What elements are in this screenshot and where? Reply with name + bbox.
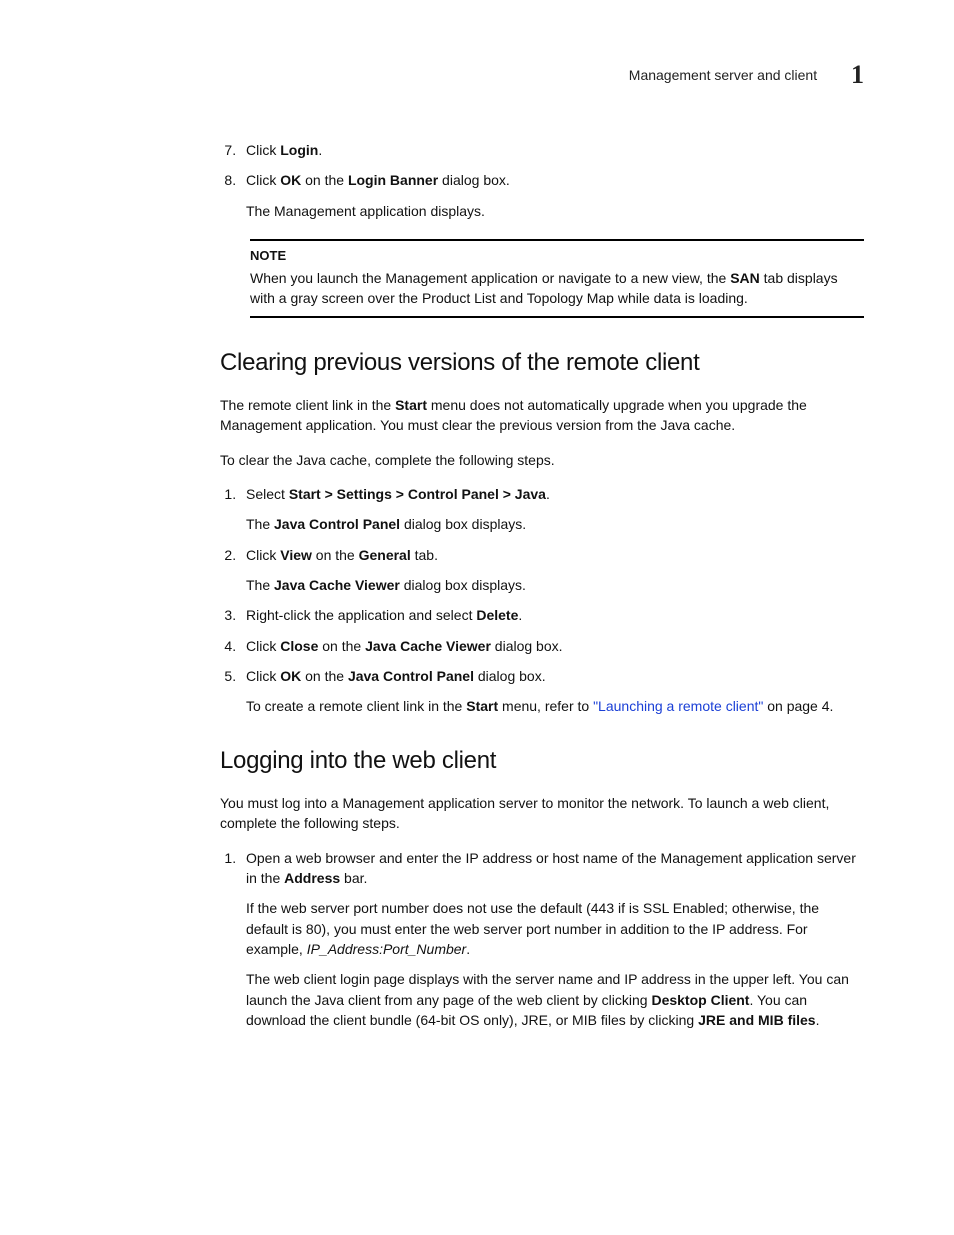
section1-intro: The remote client link in the Start menu… xyxy=(220,395,864,436)
s1-step-2-result: The Java Cache Viewer dialog box display… xyxy=(246,575,864,595)
section1-lead: To clear the Java cache, complete the fo… xyxy=(220,450,864,470)
section2-steps: Open a web browser and enter the IP addr… xyxy=(220,848,864,1030)
note-label: NOTE xyxy=(250,247,864,266)
s2-step-1-p2: If the web server port number does not u… xyxy=(246,898,864,959)
step-8: Click OK on the Login Banner dialog box.… xyxy=(240,170,864,221)
page: Management server and client 1 Click Log… xyxy=(0,0,954,1235)
s1-step-1-result: The Java Control Panel dialog box displa… xyxy=(246,514,864,534)
section1-steps: Select Start > Settings > Control Panel … xyxy=(220,484,864,716)
running-title: Management server and client xyxy=(629,67,817,83)
continued-steps: Click Login. Click OK on the Login Banne… xyxy=(220,140,864,221)
launching-remote-client-link[interactable]: "Launching a remote client" xyxy=(593,698,763,714)
step-7: Click Login. xyxy=(240,140,864,160)
s1-step-5-xref: To create a remote client link in the St… xyxy=(246,696,864,716)
s2-step-1-p3: The web client login page displays with … xyxy=(246,969,864,1030)
step-8-result: The Management application displays. xyxy=(246,201,864,221)
s1-step-4: Click Close on the Java Cache Viewer dia… xyxy=(240,636,864,656)
page-content: Click Login. Click OK on the Login Banne… xyxy=(220,140,864,1030)
s2-step-1: Open a web browser and enter the IP addr… xyxy=(240,848,864,1030)
s1-step-1: Select Start > Settings > Control Panel … xyxy=(240,484,864,535)
section2-intro: You must log into a Management applicati… xyxy=(220,793,864,834)
note-text: When you launch the Management applicati… xyxy=(250,268,864,309)
chapter-number: 1 xyxy=(851,60,864,89)
note-box: NOTE When you launch the Management appl… xyxy=(250,239,864,318)
section-heading-clearing: Clearing previous versions of the remote… xyxy=(220,346,864,381)
s1-step-2: Click View on the General tab. The Java … xyxy=(240,545,864,596)
section-heading-logging: Logging into the web client xyxy=(220,744,864,779)
page-header: Management server and client 1 xyxy=(90,60,864,90)
s1-step-3: Right-click the application and select D… xyxy=(240,605,864,625)
s1-step-5: Click OK on the Java Control Panel dialo… xyxy=(240,666,864,717)
